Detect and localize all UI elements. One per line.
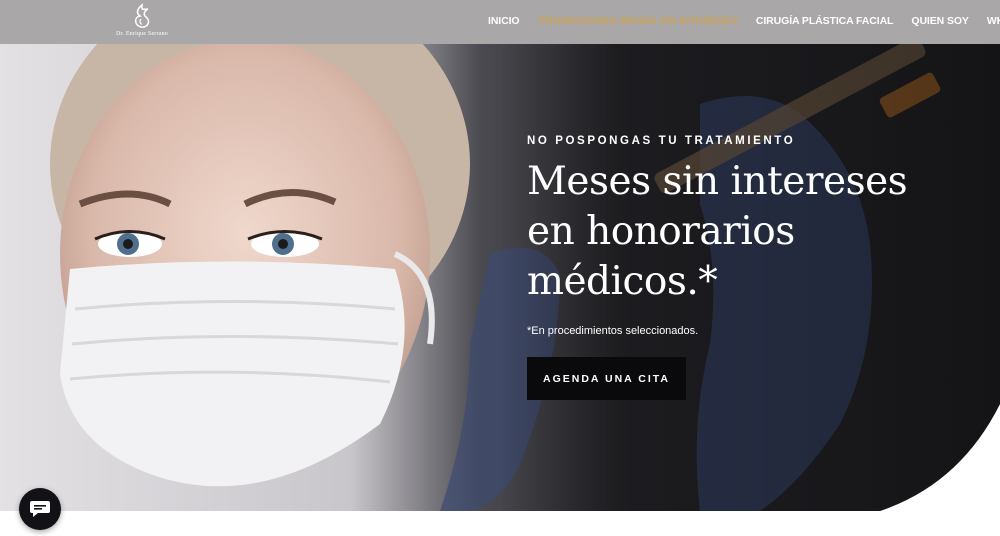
flame-monogram-icon xyxy=(134,3,150,28)
headline-line-1: Meses sin intereses xyxy=(527,159,908,204)
hero-eyebrow: NO POSPONGAS TU TRATAMIENTO xyxy=(527,135,796,147)
logo-text: Dr. Enrique Serrano xyxy=(116,31,168,37)
nav-promociones[interactable]: PROMOCIONES MESES SIN INTERESES xyxy=(539,15,738,27)
agenda-cita-button[interactable]: AGENDA UNA CITA xyxy=(527,357,686,400)
hero-section: NO POSPONGAS TU TRATAMIENTO Meses sin in… xyxy=(0,44,1000,511)
nav-quien-soy[interactable]: QUIEN SOY xyxy=(911,15,969,27)
hero-content: NO POSPONGAS TU TRATAMIENTO Meses sin in… xyxy=(527,135,967,337)
hero-headline: Meses sin intereses en honorarios médico… xyxy=(527,157,967,307)
hero-footnote: *En procedimientos seleccionados. xyxy=(527,325,699,337)
nav-inicio[interactable]: INICIO xyxy=(488,15,520,27)
headline-line-2: en honorarios xyxy=(527,209,795,254)
main-nav: INICIO PROMOCIONES MESES SIN INTERESES C… xyxy=(488,15,1000,27)
nav-cirugia-plastica-facial[interactable]: CIRUGÍA PLÁSTICA FACIAL xyxy=(756,15,894,27)
chat-widget-button[interactable] xyxy=(19,488,61,530)
nav-whatsapp[interactable]: WHATSAPP xyxy=(987,15,1000,27)
site-logo[interactable]: Dr. Enrique Serrano xyxy=(104,0,180,44)
site-header: Dr. Enrique Serrano INICIO PROMOCIONES M… xyxy=(0,0,1000,44)
headline-line-3: médicos.* xyxy=(527,259,718,304)
chat-bubble-icon xyxy=(30,501,50,517)
